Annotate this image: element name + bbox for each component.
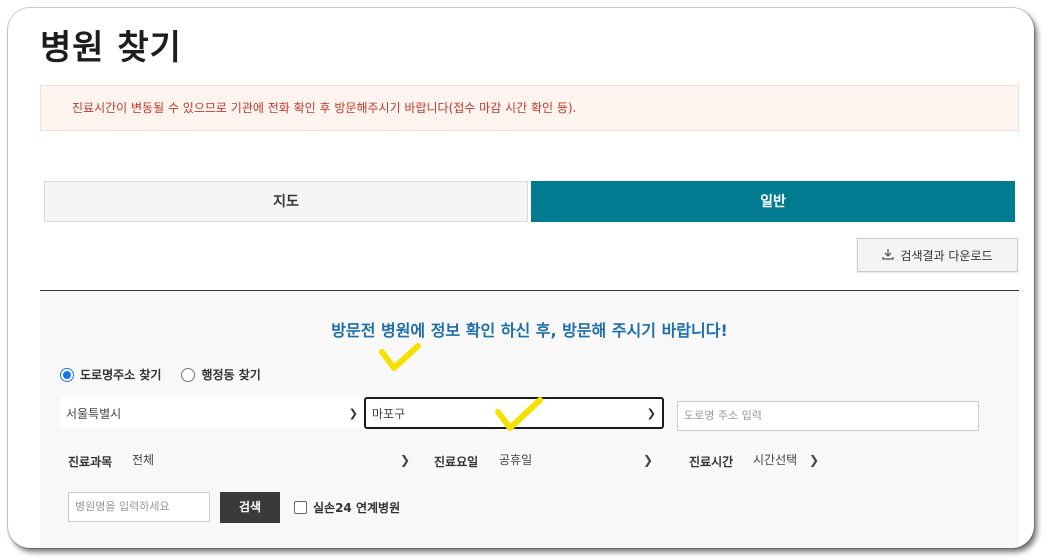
- hospital-name-input[interactable]: 병원명을 입력하세요: [68, 492, 210, 522]
- time-label: 진료시간: [689, 455, 734, 469]
- day-label: 진료요일: [434, 455, 479, 469]
- time-select-value: 시간선택: [753, 453, 798, 467]
- time-select[interactable]: 시간선택 ❯: [753, 451, 819, 468]
- silson24-checkbox-row[interactable]: 실손24 연계병원: [294, 499, 400, 516]
- checkmark-highlight-icon: [495, 397, 543, 431]
- city-select-value: 서울특별시: [66, 406, 122, 421]
- day-select-value: 공휴일: [499, 453, 533, 467]
- download-label: 검색결과 다운로드: [900, 248, 993, 263]
- dept-select[interactable]: 전체 ❯: [132, 451, 410, 468]
- checkmark-highlight-icon: [379, 343, 421, 371]
- city-select[interactable]: 서울특별시 ❯: [60, 397, 364, 429]
- browser-frame: 병원 찾기 진료시간이 변동될 수 있으므로 기관에 전화 확인 후 방문해주시…: [8, 8, 1034, 548]
- page-title: 병원 찾기: [40, 28, 182, 68]
- road-address-input[interactable]: 도로명 주소 입력: [677, 401, 979, 431]
- chevron-down-icon: ❯: [646, 406, 656, 420]
- radio-admin-dong[interactable]: 행정동 찾기: [181, 366, 261, 383]
- search-mode-radios: 도로명주소 찾기 행정동 찾기: [60, 366, 261, 383]
- radio-road-address[interactable]: 도로명주소 찾기: [60, 366, 161, 383]
- download-results-button[interactable]: 검색결과 다운로드: [857, 238, 1018, 272]
- tab-general[interactable]: 일반: [531, 181, 1015, 222]
- search-headline: 방문전 병원에 정보 확인 하신 후, 방문해 주시기 바랍니다!: [331, 321, 728, 340]
- day-select[interactable]: 공휴일 ❯: [499, 451, 653, 468]
- search-button[interactable]: 검색: [220, 492, 280, 523]
- silson24-checkbox-label: 실손24 연계병원: [313, 501, 401, 515]
- chevron-down-icon: ❯: [348, 406, 358, 420]
- radio-road-dot[interactable]: [60, 367, 74, 382]
- dept-label: 진료과목: [68, 455, 113, 469]
- chevron-down-icon: ❯: [808, 452, 819, 467]
- district-select-value: 마포구: [372, 406, 406, 421]
- radio-admin-dot[interactable]: [181, 367, 196, 382]
- notice-banner: 진료시간이 변동될 수 있으므로 기관에 전화 확인 후 방문해주시기 바랍니다…: [40, 85, 1019, 131]
- radio-admin-label: 행정동 찾기: [201, 368, 261, 382]
- dept-select-value: 전체: [132, 453, 155, 467]
- download-icon: [882, 248, 895, 263]
- silson24-checkbox[interactable]: [294, 501, 307, 514]
- tab-map[interactable]: 지도: [44, 181, 528, 222]
- chevron-down-icon: ❯: [642, 452, 653, 467]
- radio-road-label: 도로명주소 찾기: [80, 368, 162, 382]
- chevron-down-icon: ❯: [399, 452, 410, 467]
